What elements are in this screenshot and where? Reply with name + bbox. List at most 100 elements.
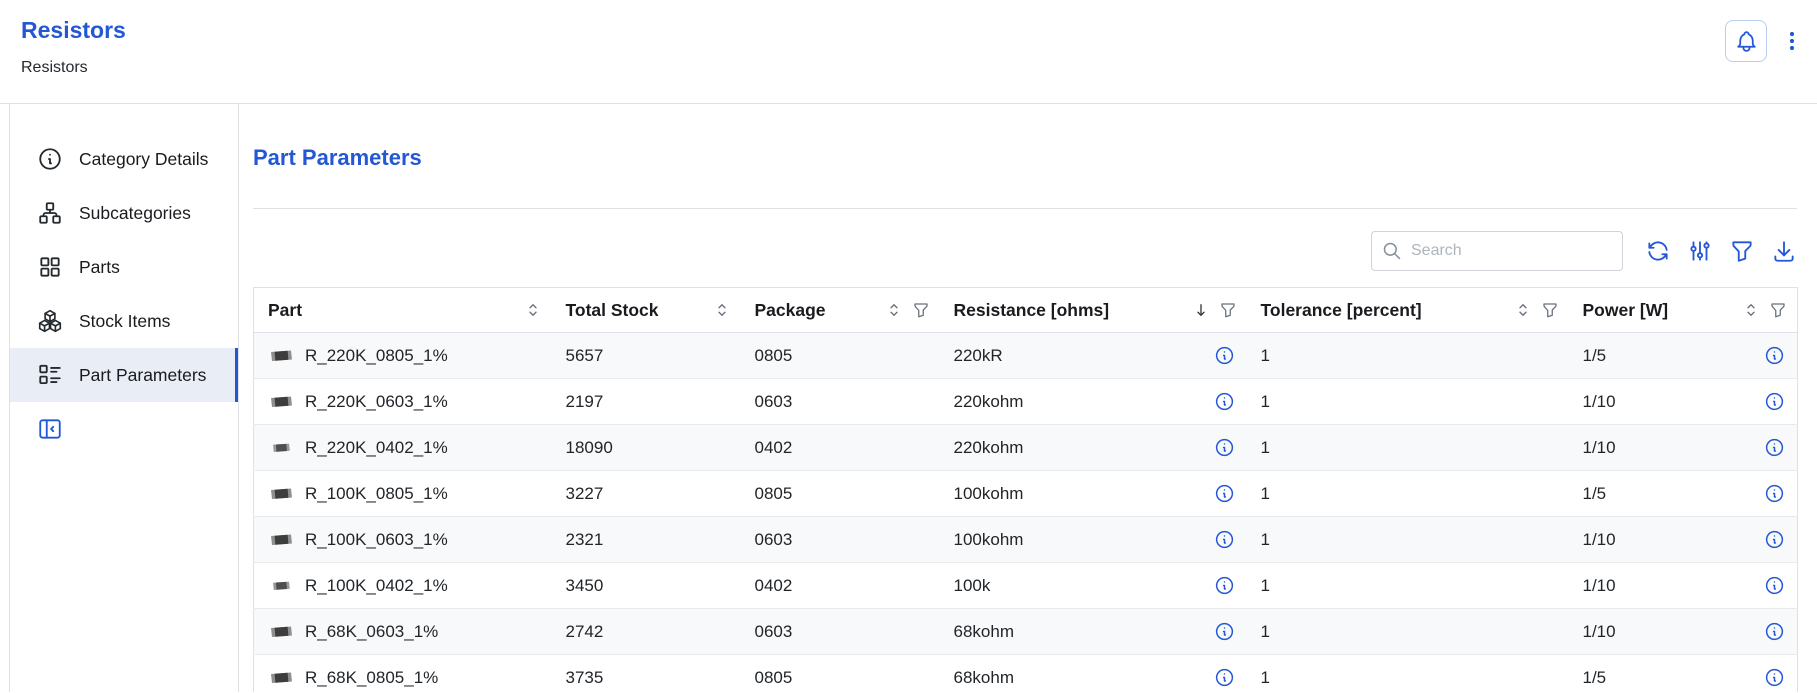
overflow-menu-button[interactable] [1779, 20, 1805, 62]
table-row[interactable]: R_220K_0603_1% 2197 0603 220kohm 1 1/10 [254, 379, 1798, 425]
info-icon[interactable] [1764, 667, 1785, 688]
bell-icon [1734, 29, 1759, 54]
part-name[interactable]: R_100K_0402_1% [305, 576, 448, 596]
sort-icon[interactable] [1742, 301, 1760, 319]
info-icon[interactable] [1214, 621, 1235, 642]
info-icon[interactable] [1764, 345, 1785, 366]
info-icon[interactable] [1214, 345, 1235, 366]
info-icon[interactable] [1214, 667, 1235, 688]
package-value: 0805 [755, 668, 793, 687]
table-row[interactable]: R_100K_0805_1% 3227 0805 100kohm 1 1/5 [254, 471, 1798, 517]
info-icon[interactable] [1764, 529, 1785, 550]
part-name[interactable]: R_68K_0603_1% [305, 622, 438, 642]
tolerance-cell: 1 [1247, 333, 1569, 379]
column-header-power[interactable]: Power [W] [1569, 288, 1798, 333]
table-row[interactable]: R_68K_0805_1% 3735 0805 68kohm 1 1/5 [254, 655, 1798, 693]
column-header-package[interactable]: Package [741, 288, 940, 333]
info-icon[interactable] [1764, 391, 1785, 412]
refresh-button[interactable] [1645, 238, 1671, 264]
total-stock-cell: 2742 [552, 609, 741, 655]
sidebar-item-label: Parts [79, 257, 120, 278]
power-value: 1/5 [1583, 346, 1607, 366]
part-thumbnail-icon[interactable] [268, 348, 294, 364]
info-icon[interactable] [1214, 483, 1235, 504]
column-header-tolerance[interactable]: Tolerance [percent] [1247, 288, 1569, 333]
part-thumbnail-icon[interactable] [268, 486, 294, 502]
power-cell: 1/10 [1569, 425, 1798, 471]
column-filter-icon[interactable] [912, 301, 930, 319]
sidebar-collapse-button[interactable] [37, 416, 63, 442]
part-name[interactable]: R_68K_0805_1% [305, 668, 438, 688]
part-thumbnail-icon[interactable] [268, 394, 294, 410]
table-row[interactable]: R_100K_0402_1% 3450 0402 100k 1 1/10 [254, 563, 1798, 609]
download-button[interactable] [1771, 238, 1797, 264]
sidebar-item-stock-items[interactable]: Stock Items [10, 294, 238, 348]
column-filter-icon[interactable] [1769, 301, 1787, 319]
column-header-resistance[interactable]: Resistance [ohms] [940, 288, 1247, 333]
resistance-value: 220kR [954, 346, 1003, 366]
sidebar-item-label: Subcategories [79, 203, 191, 224]
info-icon[interactable] [1764, 621, 1785, 642]
part-name[interactable]: R_220K_0402_1% [305, 438, 448, 458]
sidebar-item-category-details[interactable]: Category Details [10, 132, 238, 186]
power-value: 1/5 [1583, 668, 1607, 688]
refresh-icon [1645, 238, 1671, 264]
breadcrumb[interactable]: Resistors [21, 59, 126, 77]
package-value: 0805 [755, 484, 793, 503]
part-name[interactable]: R_100K_0805_1% [305, 484, 448, 504]
sort-desc-icon[interactable] [1192, 301, 1210, 319]
info-icon[interactable] [1214, 575, 1235, 596]
column-header-total-stock[interactable]: Total Stock [552, 288, 741, 333]
grid-icon [37, 254, 63, 280]
part-thumbnail-icon[interactable] [268, 532, 294, 548]
info-icon[interactable] [1764, 575, 1785, 596]
table-row[interactable]: R_100K_0603_1% 2321 0603 100kohm 1 1/10 [254, 517, 1798, 563]
table-row[interactable]: R_220K_0805_1% 5657 0805 220kR 1 1/5 [254, 333, 1798, 379]
total-stock-cell: 3735 [552, 655, 741, 693]
info-icon[interactable] [1214, 391, 1235, 412]
sort-icon[interactable] [1514, 301, 1532, 319]
search-input[interactable] [1371, 231, 1623, 271]
table-body: R_220K_0805_1% 5657 0805 220kR 1 1/5 R_2… [254, 333, 1798, 693]
page-body: Category Details Subcategories Parts Sto… [9, 104, 1817, 692]
column-settings-button[interactable] [1687, 238, 1713, 264]
filter-button[interactable] [1729, 238, 1755, 264]
power-cell: 1/10 [1569, 609, 1798, 655]
part-name[interactable]: R_220K_0603_1% [305, 392, 448, 412]
column-filter-icon[interactable] [1541, 301, 1559, 319]
total-stock-value: 2742 [566, 622, 604, 641]
info-icon[interactable] [1214, 437, 1235, 458]
part-name[interactable]: R_100K_0603_1% [305, 530, 448, 550]
sidebar-item-parts[interactable]: Parts [10, 240, 238, 294]
sidebar-item-label: Part Parameters [79, 365, 206, 386]
column-filter-icon[interactable] [1219, 301, 1237, 319]
info-icon[interactable] [1764, 483, 1785, 504]
table-toolbar [253, 231, 1797, 271]
sort-icon[interactable] [524, 301, 542, 319]
power-cell: 1/5 [1569, 333, 1798, 379]
part-thumbnail-icon[interactable] [271, 441, 292, 454]
table-row[interactable]: R_220K_0402_1% 18090 0402 220kohm 1 1/10 [254, 425, 1798, 471]
notifications-button[interactable] [1725, 20, 1767, 62]
table-row[interactable]: R_68K_0603_1% 2742 0603 68kohm 1 1/10 [254, 609, 1798, 655]
info-icon[interactable] [1764, 437, 1785, 458]
resistance-value: 220kohm [954, 438, 1024, 458]
part-cell: R_220K_0603_1% [254, 379, 552, 425]
part-name[interactable]: R_220K_0805_1% [305, 346, 448, 366]
sort-icon[interactable] [885, 301, 903, 319]
part-thumbnail-icon[interactable] [268, 624, 294, 640]
total-stock-cell: 5657 [552, 333, 741, 379]
part-cell: R_100K_0603_1% [254, 517, 552, 563]
total-stock-cell: 2197 [552, 379, 741, 425]
part-thumbnail-icon[interactable] [271, 579, 292, 592]
info-icon[interactable] [1214, 529, 1235, 550]
header-text: Resistors Resistors [21, 17, 126, 77]
total-stock-value: 3735 [566, 668, 604, 687]
sidebar-item-subcategories[interactable]: Subcategories [10, 186, 238, 240]
part-thumbnail-icon[interactable] [268, 670, 294, 686]
total-stock-value: 5657 [566, 346, 604, 365]
sidebar-item-part-parameters[interactable]: Part Parameters [10, 348, 238, 402]
sidebar-item-label: Stock Items [79, 311, 170, 332]
sort-icon[interactable] [713, 301, 731, 319]
column-header-part[interactable]: Part [254, 288, 552, 333]
